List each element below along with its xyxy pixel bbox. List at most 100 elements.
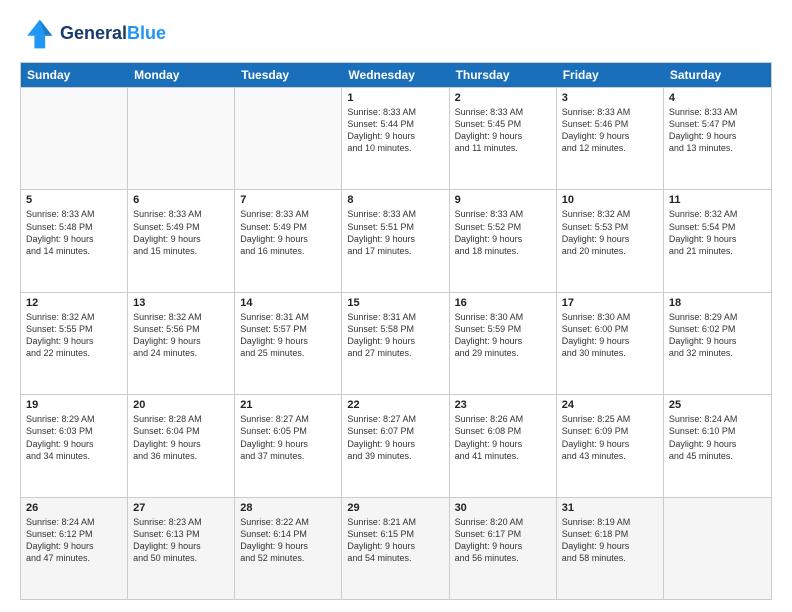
calendar-day-31: 31 Sunrise: 8:19 AM Sunset: 6:18 PM Dayli… — [557, 498, 664, 599]
day-number: 27 — [133, 502, 229, 514]
day-details: Sunrise: 8:32 AM Sunset: 5:56 PM Dayligh… — [133, 311, 229, 360]
day-details: Sunrise: 8:33 AM Sunset: 5:49 PM Dayligh… — [240, 208, 336, 257]
day-details: Sunrise: 8:33 AM Sunset: 5:51 PM Dayligh… — [347, 208, 443, 257]
day-details: Sunrise: 8:19 AM Sunset: 6:18 PM Dayligh… — [562, 516, 658, 565]
calendar-day-8: 8 Sunrise: 8:33 AM Sunset: 5:51 PM Daylig… — [342, 190, 449, 291]
day-number: 30 — [455, 502, 551, 514]
calendar-day-4: 4 Sunrise: 8:33 AM Sunset: 5:47 PM Daylig… — [664, 88, 771, 189]
calendar-day-21: 21 Sunrise: 8:27 AM Sunset: 6:05 PM Dayli… — [235, 395, 342, 496]
day-number: 8 — [347, 194, 443, 206]
calendar-day-2: 2 Sunrise: 8:33 AM Sunset: 5:45 PM Daylig… — [450, 88, 557, 189]
calendar-row-4: 19Sunrise: 8:29 AM Sunset: 6:03 PM Dayli… — [21, 394, 771, 496]
calendar-day-15: 15 Sunrise: 8:31 AM Sunset: 5:58 PM Dayli… — [342, 293, 449, 394]
day-details: Sunrise: 8:21 AM Sunset: 6:15 PM Dayligh… — [347, 516, 443, 565]
day-details: Sunrise: 8:22 AM Sunset: 6:14 PM Dayligh… — [240, 516, 336, 565]
day-details: Sunrise: 8:32 AM Sunset: 5:53 PM Dayligh… — [562, 208, 658, 257]
calendar-row-2: 5 Sunrise: 8:33 AM Sunset: 5:48 PM Daylig… — [21, 189, 771, 291]
day-details: Sunrise: 8:33 AM Sunset: 5:46 PM Dayligh… — [562, 106, 658, 155]
day-details: Sunrise: 8:24 AM Sunset: 6:12 PM Dayligh… — [26, 516, 122, 565]
calendar-day-16: 16 Sunrise: 8:30 AM Sunset: 5:59 PM Dayli… — [450, 293, 557, 394]
day-number: 2 — [455, 92, 551, 104]
day-details: Sunrise: 8:32 AM Sunset: 5:55 PM Dayligh… — [26, 311, 122, 360]
day-of-week-sunday: Sunday — [21, 63, 128, 87]
day-details: Sunrise: 8:25 AM Sunset: 6:09 PM Dayligh… — [562, 413, 658, 462]
day-number: 20 — [133, 399, 229, 411]
day-details: Sunrise: 8:27 AM Sunset: 6:07 PM Dayligh… — [347, 413, 443, 462]
day-number: 7 — [240, 194, 336, 206]
day-number: 11 — [669, 194, 766, 206]
calendar: SundayMondayTuesdayWednesdayThursdayFrid… — [20, 62, 772, 600]
logo-icon — [20, 16, 56, 52]
calendar-day-20: 20 Sunrise: 8:28 AM Sunset: 6:04 PM Dayli… — [128, 395, 235, 496]
calendar-day-7: 7 Sunrise: 8:33 AM Sunset: 5:49 PM Daylig… — [235, 190, 342, 291]
day-number: 28 — [240, 502, 336, 514]
day-of-week-wednesday: Wednesday — [342, 63, 449, 87]
day-number: 9 — [455, 194, 551, 206]
calendar-day-17: 17 Sunrise: 8:30 AM Sunset: 6:00 PM Dayli… — [557, 293, 664, 394]
calendar-day-19: 19Sunrise: 8:29 AM Sunset: 6:03 PM Dayli… — [21, 395, 128, 496]
calendar-empty-cell — [128, 88, 235, 189]
day-details: Sunrise: 8:33 AM Sunset: 5:44 PM Dayligh… — [347, 106, 443, 155]
day-details: Sunrise: 8:31 AM Sunset: 5:58 PM Dayligh… — [347, 311, 443, 360]
calendar-row-5: 26 Sunrise: 8:24 AM Sunset: 6:12 PM Dayli… — [21, 497, 771, 599]
day-number: 16 — [455, 297, 551, 309]
day-details: Sunrise: 8:26 AM Sunset: 6:08 PM Dayligh… — [455, 413, 551, 462]
day-number: 6 — [133, 194, 229, 206]
day-number: 21 — [240, 399, 336, 411]
day-details: Sunrise: 8:33 AM Sunset: 5:49 PM Dayligh… — [133, 208, 229, 257]
calendar-day-11: 11 Sunrise: 8:32 AM Sunset: 5:54 PM Dayli… — [664, 190, 771, 291]
day-details: Sunrise: 8:30 AM Sunset: 5:59 PM Dayligh… — [455, 311, 551, 360]
calendar-day-13: 13 Sunrise: 8:32 AM Sunset: 5:56 PM Dayli… — [128, 293, 235, 394]
calendar-header: SundayMondayTuesdayWednesdayThursdayFrid… — [21, 63, 771, 87]
logo: GeneralBlue — [20, 16, 166, 52]
calendar-day-14: 14Sunrise: 8:31 AM Sunset: 5:57 PM Dayli… — [235, 293, 342, 394]
day-number: 3 — [562, 92, 658, 104]
page: GeneralBlue SundayMondayTuesdayWednesday… — [0, 0, 792, 612]
calendar-day-25: 25 Sunrise: 8:24 AM Sunset: 6:10 PM Dayli… — [664, 395, 771, 496]
day-of-week-tuesday: Tuesday — [235, 63, 342, 87]
day-number: 18 — [669, 297, 766, 309]
day-number: 26 — [26, 502, 122, 514]
logo-blue: Blue — [127, 23, 166, 43]
calendar-day-12: 12 Sunrise: 8:32 AM Sunset: 5:55 PM Dayli… — [21, 293, 128, 394]
calendar-body: 1Sunrise: 8:33 AM Sunset: 5:44 PM Daylig… — [21, 87, 771, 599]
calendar-day-22: 22Sunrise: 8:27 AM Sunset: 6:07 PM Dayli… — [342, 395, 449, 496]
calendar-day-30: 30 Sunrise: 8:20 AM Sunset: 6:17 PM Dayli… — [450, 498, 557, 599]
day-of-week-thursday: Thursday — [450, 63, 557, 87]
day-number: 4 — [669, 92, 766, 104]
day-details: Sunrise: 8:28 AM Sunset: 6:04 PM Dayligh… — [133, 413, 229, 462]
day-number: 12 — [26, 297, 122, 309]
day-details: Sunrise: 8:33 AM Sunset: 5:47 PM Dayligh… — [669, 106, 766, 155]
day-number: 13 — [133, 297, 229, 309]
calendar-day-5: 5 Sunrise: 8:33 AM Sunset: 5:48 PM Daylig… — [21, 190, 128, 291]
day-details: Sunrise: 8:20 AM Sunset: 6:17 PM Dayligh… — [455, 516, 551, 565]
day-of-week-monday: Monday — [128, 63, 235, 87]
calendar-day-28: 28 Sunrise: 8:22 AM Sunset: 6:14 PM Dayli… — [235, 498, 342, 599]
calendar-day-18: 18 Sunrise: 8:29 AM Sunset: 6:02 PM Dayli… — [664, 293, 771, 394]
calendar-day-24: 24 Sunrise: 8:25 AM Sunset: 6:09 PM Dayli… — [557, 395, 664, 496]
day-details: Sunrise: 8:24 AM Sunset: 6:10 PM Dayligh… — [669, 413, 766, 462]
calendar-row-1: 1Sunrise: 8:33 AM Sunset: 5:44 PM Daylig… — [21, 87, 771, 189]
day-details: Sunrise: 8:33 AM Sunset: 5:45 PM Dayligh… — [455, 106, 551, 155]
day-number: 10 — [562, 194, 658, 206]
day-number: 5 — [26, 194, 122, 206]
day-details: Sunrise: 8:29 AM Sunset: 6:03 PM Dayligh… — [26, 413, 122, 462]
logo-text: GeneralBlue — [60, 24, 166, 44]
day-number: 24 — [562, 399, 658, 411]
day-number: 15 — [347, 297, 443, 309]
day-details: Sunrise: 8:27 AM Sunset: 6:05 PM Dayligh… — [240, 413, 336, 462]
calendar-day-27: 27 Sunrise: 8:23 AM Sunset: 6:13 PM Dayli… — [128, 498, 235, 599]
calendar-day-6: 6 Sunrise: 8:33 AM Sunset: 5:49 PM Daylig… — [128, 190, 235, 291]
calendar-day-9: 9Sunrise: 8:33 AM Sunset: 5:52 PM Daylig… — [450, 190, 557, 291]
calendar-row-3: 12 Sunrise: 8:32 AM Sunset: 5:55 PM Dayli… — [21, 292, 771, 394]
day-details: Sunrise: 8:32 AM Sunset: 5:54 PM Dayligh… — [669, 208, 766, 257]
day-number: 31 — [562, 502, 658, 514]
day-number: 29 — [347, 502, 443, 514]
day-number: 17 — [562, 297, 658, 309]
day-details: Sunrise: 8:29 AM Sunset: 6:02 PM Dayligh… — [669, 311, 766, 360]
day-number: 25 — [669, 399, 766, 411]
calendar-day-1: 1Sunrise: 8:33 AM Sunset: 5:44 PM Daylig… — [342, 88, 449, 189]
day-details: Sunrise: 8:33 AM Sunset: 5:48 PM Dayligh… — [26, 208, 122, 257]
day-details: Sunrise: 8:23 AM Sunset: 6:13 PM Dayligh… — [133, 516, 229, 565]
day-details: Sunrise: 8:30 AM Sunset: 6:00 PM Dayligh… — [562, 311, 658, 360]
